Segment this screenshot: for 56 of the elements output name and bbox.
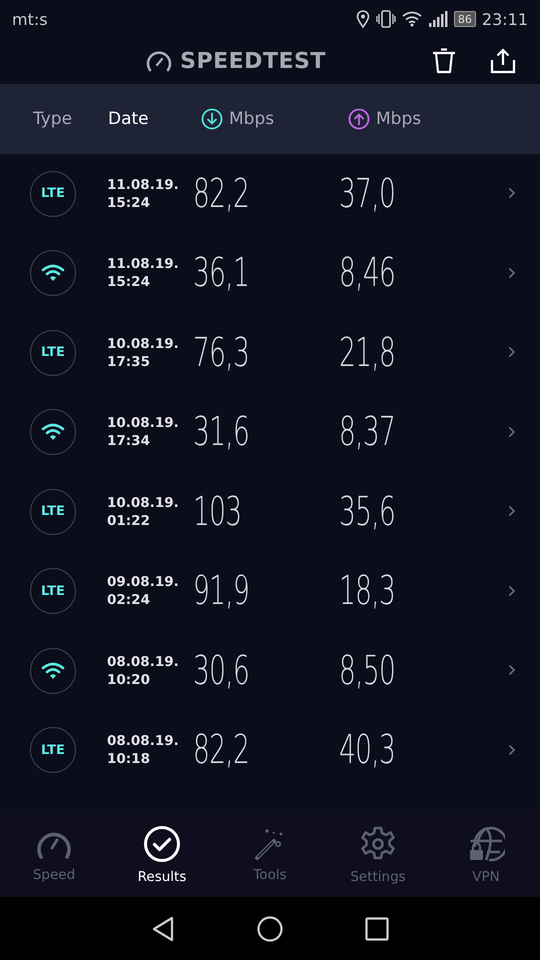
carrier-name: mt:s bbox=[12, 10, 49, 28]
column-header[interactable]: Mbps bbox=[229, 109, 274, 129]
column-header[interactable]: Type bbox=[33, 109, 72, 129]
upload-speed: 37,0 bbox=[339, 170, 396, 217]
upload-icon bbox=[348, 108, 370, 130]
column-header[interactable]: Mbps bbox=[376, 109, 422, 129]
vibrate-icon bbox=[376, 10, 396, 28]
upload-speed: 8,50 bbox=[339, 648, 396, 694]
cell-signal-icon bbox=[428, 11, 448, 27]
recents-icon[interactable] bbox=[365, 916, 389, 940]
download-speed: 91,9 bbox=[193, 568, 250, 614]
battery-level: 86 bbox=[454, 11, 476, 27]
nav-tab[interactable]: Results bbox=[108, 812, 216, 897]
download-speed: 76,3 bbox=[193, 330, 250, 376]
download-speed: 82,2 bbox=[193, 727, 250, 774]
upload-speed: 35,6 bbox=[339, 488, 396, 535]
download-speed: 31,6 bbox=[193, 409, 250, 456]
home-icon[interactable] bbox=[257, 916, 283, 942]
lte-badge: LTE bbox=[30, 330, 76, 376]
lte-badge: LTE bbox=[30, 488, 76, 535]
delete-button[interactable] bbox=[432, 48, 456, 74]
upload-speed: 40,3 bbox=[339, 727, 396, 774]
settings-icon bbox=[359, 824, 397, 862]
location-icon bbox=[356, 10, 370, 28]
result-date: 09.08.19. 02:24 bbox=[107, 573, 180, 610]
wifi-icon bbox=[41, 422, 65, 442]
lte-badge: LTE bbox=[30, 170, 76, 217]
result-date: 08.08.19. 10:18 bbox=[107, 732, 180, 768]
wifi-signal-icon bbox=[402, 11, 422, 27]
back-icon[interactable] bbox=[151, 916, 175, 942]
clock: 23:11 bbox=[482, 10, 528, 28]
lte-badge: LTE bbox=[30, 568, 76, 614]
lte-badge: LTE bbox=[30, 727, 76, 774]
upload-speed: 21,8 bbox=[339, 330, 396, 376]
app-title: SPEEDTEST bbox=[180, 48, 326, 74]
result-date: 08.08.19. 10:20 bbox=[107, 652, 180, 689]
globe-lock-icon bbox=[467, 824, 505, 862]
upload-speed: 18,3 bbox=[339, 568, 396, 614]
result-date: 11.08.19. 15:24 bbox=[107, 176, 180, 212]
result-date: 10.08.19. 17:35 bbox=[107, 334, 180, 371]
wifi-icon bbox=[41, 263, 65, 284]
upload-speed: 8,46 bbox=[339, 250, 396, 296]
download-icon bbox=[201, 108, 223, 130]
wifi-icon bbox=[41, 660, 65, 681]
speedometer-icon bbox=[146, 50, 172, 72]
download-speed: 82,2 bbox=[193, 170, 250, 217]
download-speed: 103 bbox=[193, 488, 242, 535]
column-header[interactable]: Date bbox=[108, 109, 149, 129]
result-date: 10.08.19. 01:22 bbox=[107, 494, 180, 530]
share-button[interactable] bbox=[490, 48, 516, 74]
result-date: 10.08.19. 17:34 bbox=[107, 414, 180, 450]
checkmark-icon bbox=[143, 824, 181, 862]
upload-speed: 8,37 bbox=[339, 409, 396, 456]
download-speed: 36,1 bbox=[193, 250, 250, 296]
download-speed: 30,6 bbox=[193, 648, 250, 694]
result-date: 11.08.19. 15:24 bbox=[107, 255, 180, 292]
